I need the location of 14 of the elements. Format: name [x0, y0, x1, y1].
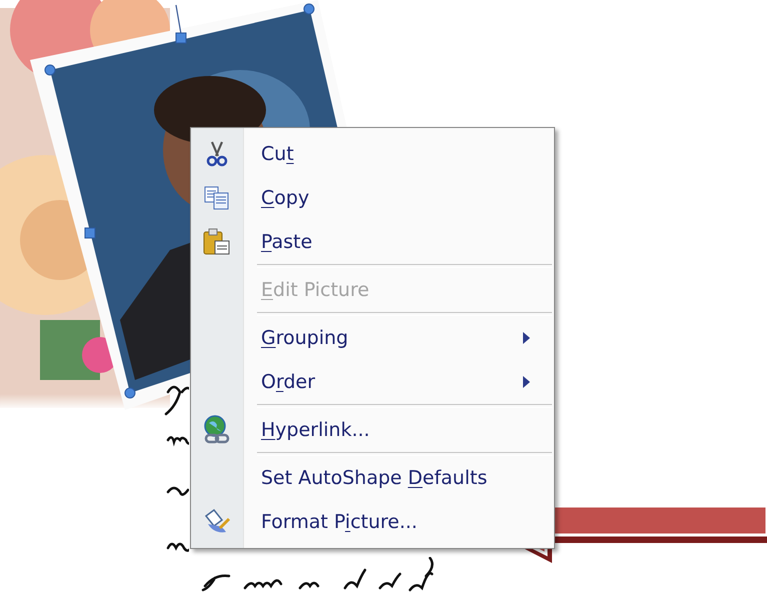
menu-item[interactable]: Set AutoShape Defaults	[243, 456, 552, 500]
resize-handle[interactable]	[84, 227, 96, 239]
menu-item[interactable]: Format Picture...	[243, 500, 552, 544]
globe-link-icon	[203, 415, 231, 445]
menu-item[interactable]: Paste	[243, 220, 552, 264]
menu-item[interactable]: Grouping	[243, 316, 552, 360]
copy-icon	[204, 186, 230, 210]
menu-item[interactable]: Hyperlink...	[243, 408, 552, 452]
menu-item[interactable]: Order	[243, 360, 552, 404]
rotation-handle[interactable]	[175, 4, 187, 44]
paste-icon	[203, 228, 231, 256]
menu-item[interactable]: Cut	[243, 132, 552, 176]
menu-item[interactable]: Copy	[243, 176, 552, 220]
scissors-icon	[206, 141, 228, 167]
